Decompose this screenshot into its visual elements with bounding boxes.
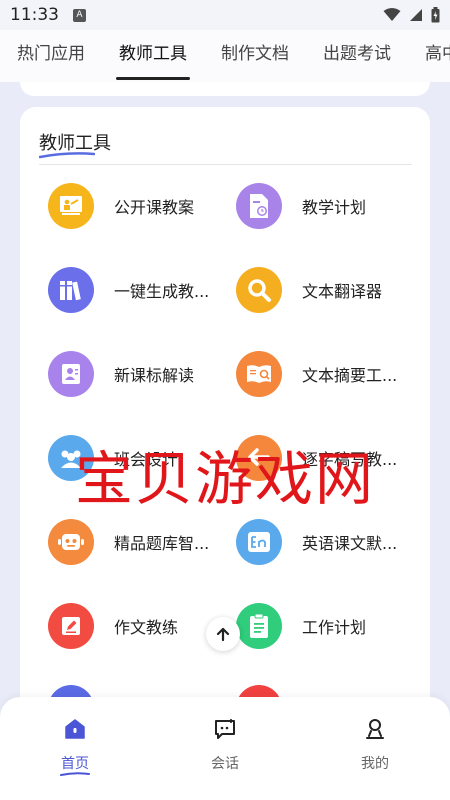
robot-icon: [48, 519, 94, 565]
document-clock-icon: [236, 183, 282, 229]
signal-icon: [410, 9, 422, 21]
person-doc-icon: [48, 351, 94, 397]
status-time: 11:33: [10, 5, 59, 25]
nav-label: 首页: [61, 756, 89, 772]
status-bar: 11:33 A: [0, 0, 450, 30]
tab-make-documents[interactable]: 制作文档: [204, 30, 306, 82]
tool-label: 英语课文默...: [302, 534, 398, 553]
open-book-icon: [236, 351, 282, 397]
bottom-navigation: 首页 会话 我的: [0, 697, 450, 800]
magnifier-icon: [236, 267, 282, 313]
tool-label: 逐字稿写教...: [302, 450, 398, 469]
en-icon: [236, 519, 282, 565]
pen-edit-icon: [48, 603, 94, 649]
nav-chat[interactable]: 会话: [150, 697, 300, 800]
tool-label: 文本摘要工...: [302, 366, 398, 385]
tool-new-curriculum[interactable]: 新课标解读: [48, 349, 224, 399]
tab-exam[interactable]: 出题考试: [306, 30, 408, 82]
home-icon: [65, 719, 85, 739]
arrow-back-icon: [236, 435, 282, 481]
nav-profile[interactable]: 我的: [300, 697, 450, 800]
tool-label: 文本翻译器: [302, 282, 383, 301]
previous-card-edge: [20, 82, 430, 96]
tool-class-meeting[interactable]: 班会设计: [48, 433, 224, 483]
title-underline: [39, 152, 95, 159]
lecture-icon: [48, 183, 94, 229]
tool-work-plan[interactable]: 工作计划: [236, 601, 412, 651]
tab-teacher-tools[interactable]: 教师工具: [102, 30, 204, 82]
tool-teaching-plan[interactable]: 教学计划: [236, 181, 412, 231]
tab-high-school[interactable]: 高中: [408, 30, 450, 82]
tool-verbatim-script[interactable]: 逐字稿写教...: [236, 433, 412, 483]
battery-icon: [431, 7, 440, 23]
tool-label: 班会设计: [114, 450, 179, 469]
tool-label: 精品题库智...: [114, 534, 210, 553]
tool-open-class-plan[interactable]: 公开课教案: [48, 181, 224, 231]
tool-text-translator[interactable]: 文本翻译器: [236, 265, 412, 315]
profile-icon: [366, 719, 384, 739]
tool-label: 新课标解读: [114, 366, 195, 385]
tool-one-click-generate[interactable]: 一键生成教...: [48, 265, 224, 315]
tool-label: 公开课教案: [114, 198, 195, 217]
tool-text-summary[interactable]: 文本摘要工...: [236, 349, 412, 399]
arrow-up-icon: [216, 627, 230, 642]
group-icon: [48, 435, 94, 481]
tool-label: 一键生成教...: [114, 282, 210, 301]
chat-icon: [215, 719, 235, 739]
wifi-icon: [383, 8, 401, 21]
nav-label: 我的: [361, 756, 389, 772]
tool-english-dictation[interactable]: 英语课文默...: [236, 517, 412, 567]
scroll-to-top-button[interactable]: [206, 617, 240, 651]
category-tabs: 热门应用 教师工具 制作文档 出题考试 高中: [0, 30, 450, 82]
tool-label: 教学计划: [302, 198, 367, 217]
status-indicators: [383, 7, 440, 23]
tool-label: 工作计划: [302, 618, 367, 637]
clipboard-icon: [236, 603, 282, 649]
tool-essay-coach[interactable]: 作文教练: [48, 601, 224, 651]
nav-home[interactable]: 首页: [0, 697, 150, 800]
tool-question-bank[interactable]: 精品题库智...: [48, 517, 224, 567]
nav-label: 会话: [211, 756, 239, 772]
divider: [39, 164, 412, 165]
active-underline: [60, 772, 90, 776]
notification-icon: A: [73, 8, 86, 22]
books-icon: [48, 267, 94, 313]
tab-hot-apps[interactable]: 热门应用: [0, 30, 102, 82]
